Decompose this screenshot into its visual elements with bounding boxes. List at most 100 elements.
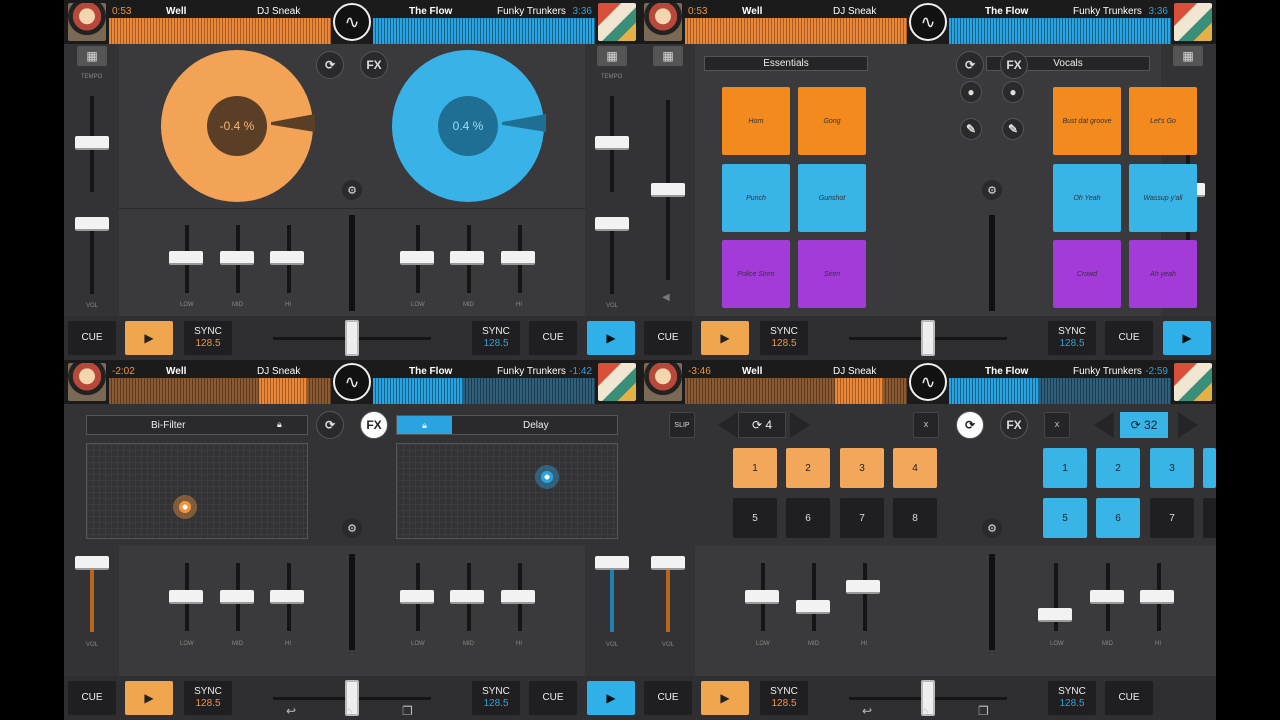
sync-button-b[interactable]: SYNC 128.5 xyxy=(472,321,520,355)
loop-pad[interactable]: 1 xyxy=(733,448,777,488)
sample-pad[interactable]: Siren xyxy=(798,240,866,308)
eq-knob[interactable] xyxy=(1038,608,1072,622)
album-art-deck-b[interactable] xyxy=(1174,3,1212,41)
eq-knob[interactable] xyxy=(169,590,203,604)
volume-knob-b[interactable] xyxy=(595,217,629,231)
eq-knob[interactable] xyxy=(450,590,484,604)
fx-xy-pad-b[interactable] xyxy=(396,443,618,539)
tempo-knob-a[interactable] xyxy=(75,136,109,150)
album-art-deck-a[interactable] xyxy=(644,363,682,401)
eq-knob[interactable] xyxy=(450,251,484,265)
play-button-a[interactable]: ▶ xyxy=(125,321,173,355)
sample-pad[interactable]: Police Siren xyxy=(722,240,790,308)
play-button-b[interactable]: ▶ xyxy=(587,321,635,355)
fx-button[interactable]: FX xyxy=(360,51,388,79)
loop-exit-a[interactable]: X xyxy=(913,412,939,438)
gear-icon[interactable]: ⚙ xyxy=(342,180,362,200)
sample-pad[interactable]: Let's Go xyxy=(1129,87,1197,155)
cue-button-b[interactable]: CUE xyxy=(529,681,577,715)
grid-icon[interactable]: ▦ xyxy=(1173,46,1203,66)
sync-button-b[interactable]: SYNC 128.5 xyxy=(1048,681,1096,715)
loop-pad[interactable]: 7 xyxy=(1150,498,1194,538)
volume-knob-a[interactable] xyxy=(651,556,685,570)
back-icon[interactable]: ↩ xyxy=(286,704,296,718)
grid-icon[interactable]: ▦ xyxy=(653,46,683,66)
pen-icon[interactable]: ✎ xyxy=(960,118,982,140)
sync-button-a[interactable]: SYNC 128.5 xyxy=(760,321,808,355)
speaker-icon[interactable]: ◀ xyxy=(662,292,670,303)
sample-pad[interactable]: Crowd xyxy=(1053,240,1121,308)
platter-deck-b[interactable]: 0.4 % xyxy=(392,50,546,202)
volume-knob-a[interactable] xyxy=(651,183,685,197)
sample-pad[interactable]: Bust dat groove xyxy=(1053,87,1121,155)
gear-icon[interactable]: ⚙ xyxy=(342,518,362,538)
sync-icon[interactable]: ⟳ xyxy=(316,411,344,439)
waveform-deck-a[interactable] xyxy=(685,378,907,404)
eq-knob[interactable] xyxy=(501,590,535,604)
eq-knob[interactable] xyxy=(796,600,830,614)
app-logo-icon[interactable]: ∿ xyxy=(333,3,371,41)
mic-icon[interactable]: ● xyxy=(1002,81,1024,103)
cue-button-a[interactable]: CUE xyxy=(644,681,692,715)
waveform-deck-b[interactable] xyxy=(949,18,1171,44)
sample-pad[interactable]: Horn xyxy=(722,87,790,155)
eq-knob[interactable] xyxy=(169,251,203,265)
app-logo-icon[interactable]: ∿ xyxy=(909,3,947,41)
gear-icon[interactable]: ⚙ xyxy=(982,518,1002,538)
eq-knob[interactable] xyxy=(1140,590,1174,604)
crossfader-knob[interactable] xyxy=(921,320,935,356)
play-button-b[interactable]: ▶ xyxy=(1163,321,1211,355)
sync-button-a[interactable]: SYNC 128.5 xyxy=(184,321,232,355)
cue-button-a[interactable]: CUE xyxy=(644,321,692,355)
loop-pad[interactable]: 3 xyxy=(840,448,884,488)
home-icon[interactable]: ⌂ xyxy=(345,704,352,718)
album-art-deck-a[interactable] xyxy=(68,3,106,41)
volume-slider-b[interactable] xyxy=(610,562,614,632)
eq-knob[interactable] xyxy=(745,590,779,604)
volume-knob-a[interactable] xyxy=(75,556,109,570)
loop-pad[interactable]: 7 xyxy=(840,498,884,538)
pen-icon[interactable]: ✎ xyxy=(1002,118,1024,140)
eq-mid-a[interactable] xyxy=(812,563,816,631)
album-art-deck-b[interactable] xyxy=(1174,363,1212,401)
sync-icon[interactable]: ⟳ xyxy=(316,51,344,79)
platter-deck-a[interactable]: -0.4 % xyxy=(161,50,315,202)
waveform-deck-b[interactable] xyxy=(373,378,595,404)
fx-touch-point-a[interactable] xyxy=(171,493,199,521)
slip-button-a[interactable]: SLIP xyxy=(669,412,695,438)
play-button-a[interactable]: ▶ xyxy=(125,681,173,715)
grid-icon[interactable]: ▦ xyxy=(77,46,107,66)
play-button-b[interactable]: ▶ xyxy=(587,681,635,715)
sync-button-b[interactable]: SYNC 128.5 xyxy=(472,681,520,715)
back-icon[interactable]: ↩ xyxy=(862,704,872,718)
sync-button-a[interactable]: SYNC 128.5 xyxy=(184,681,232,715)
grid-icon[interactable]: ▦ xyxy=(597,46,627,66)
loop-pad[interactable] xyxy=(1203,448,1216,488)
play-button-a[interactable]: ▶ xyxy=(701,321,749,355)
cue-button-b[interactable]: CUE xyxy=(1105,681,1153,715)
app-logo-icon[interactable]: ∿ xyxy=(909,363,947,401)
home-icon[interactable]: ⌂ xyxy=(921,704,928,718)
cue-button-a[interactable]: CUE xyxy=(68,321,116,355)
sync-icon[interactable]: ⟳ xyxy=(956,51,984,79)
gear-icon[interactable]: ⚙ xyxy=(982,180,1002,200)
album-art-deck-b[interactable] xyxy=(598,363,636,401)
eq-knob[interactable] xyxy=(270,251,304,265)
bank-select-a[interactable]: Essentials xyxy=(704,56,868,71)
fx-button[interactable]: FX xyxy=(1000,51,1028,79)
loop-pad[interactable]: 8 xyxy=(893,498,937,538)
sample-pad[interactable]: Ah yeah xyxy=(1129,240,1197,308)
fx-xy-pad-a[interactable] xyxy=(86,443,308,539)
loop-pad[interactable]: 6 xyxy=(1096,498,1140,538)
lock-icon[interactable]: 🔒︎ xyxy=(277,419,282,430)
eq-knob[interactable] xyxy=(220,590,254,604)
album-art-deck-b[interactable] xyxy=(598,3,636,41)
loop-pad[interactable] xyxy=(1203,498,1216,538)
lock-icon[interactable]: 🔒︎ xyxy=(397,416,452,434)
eq-knob[interactable] xyxy=(846,580,880,594)
loop-pad[interactable]: 3 xyxy=(1150,448,1194,488)
volume-knob-a[interactable] xyxy=(75,217,109,231)
volume-slider-a[interactable] xyxy=(90,562,94,632)
sample-pad[interactable]: Punch xyxy=(722,164,790,232)
eq-knob[interactable] xyxy=(220,251,254,265)
